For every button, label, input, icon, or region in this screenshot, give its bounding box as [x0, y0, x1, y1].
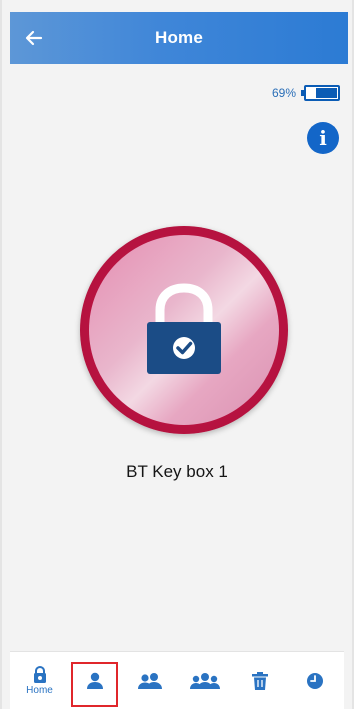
- back-button[interactable]: [20, 24, 48, 52]
- lock-toggle-button[interactable]: [80, 226, 288, 434]
- page-title: Home: [154, 28, 204, 47]
- device-name: BT Key box 1: [126, 462, 228, 481]
- trash-icon: [251, 671, 269, 691]
- group-icon: [189, 672, 221, 690]
- battery-icon: [301, 85, 340, 101]
- two-users-icon: [137, 672, 163, 690]
- user-icon: [85, 672, 105, 690]
- back-arrow-icon: [24, 28, 44, 48]
- nav-item-group[interactable]: [177, 652, 232, 709]
- nav-label-home: Home: [26, 684, 53, 696]
- bottom-navigation: Home: [10, 651, 344, 709]
- clock-icon: [306, 672, 324, 690]
- nav-item-two-users[interactable]: [122, 652, 177, 709]
- info-button[interactable]: i: [307, 122, 339, 154]
- lock-home-icon: [32, 665, 48, 684]
- battery-fill: [316, 88, 337, 98]
- battery-indicator: 69%: [272, 85, 340, 101]
- app-screen: Home 69% i BT Key box 1 Home: [0, 0, 354, 709]
- info-icon: i: [319, 126, 327, 150]
- padlock-locked-check-icon: [143, 282, 225, 378]
- nav-item-home[interactable]: Home: [12, 652, 67, 709]
- app-header: Home: [10, 12, 348, 64]
- nav-item-trash[interactable]: [232, 652, 287, 709]
- lock-button-face: [89, 235, 279, 425]
- battery-percentage: 69%: [271, 86, 296, 100]
- nav-item-history[interactable]: [287, 652, 342, 709]
- nav-item-user[interactable]: [67, 652, 122, 709]
